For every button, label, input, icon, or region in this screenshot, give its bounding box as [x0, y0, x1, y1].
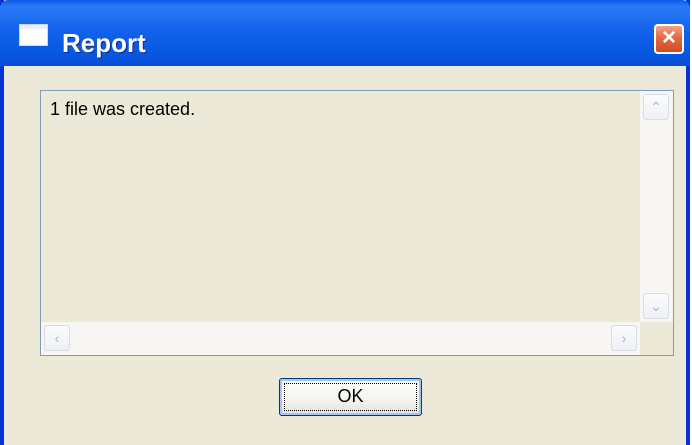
- ok-button-label: OK: [337, 386, 364, 406]
- scroll-right-button[interactable]: ›: [611, 325, 637, 351]
- scroll-left-button[interactable]: ‹: [44, 325, 70, 351]
- chevron-down-icon: ⌄: [650, 298, 662, 314]
- window-icon: [20, 25, 47, 45]
- window-title: Report: [62, 28, 146, 58]
- horizontal-scrollbar[interactable]: ‹ ›: [41, 322, 640, 355]
- scrollbar-corner: [640, 322, 673, 355]
- chevron-up-icon: ⌃: [650, 99, 662, 115]
- ok-button[interactable]: OK: [279, 378, 422, 416]
- report-dialog: Report × 1 file was created. ⌃ ⌄ ‹ › OK: [0, 0, 690, 445]
- report-text: 1 file was created.: [50, 99, 196, 119]
- close-icon: ×: [661, 24, 676, 51]
- chevron-right-icon: ›: [621, 330, 627, 346]
- scroll-down-button[interactable]: ⌄: [643, 293, 669, 319]
- vertical-scrollbar[interactable]: ⌃ ⌄: [640, 91, 673, 322]
- report-textbox[interactable]: 1 file was created. ⌃ ⌄ ‹ ›: [40, 90, 674, 356]
- scroll-up-button[interactable]: ⌃: [643, 94, 669, 120]
- title-bar[interactable]: Report ×: [0, 0, 690, 66]
- close-button[interactable]: ×: [654, 24, 684, 54]
- chevron-left-icon: ‹: [54, 330, 60, 346]
